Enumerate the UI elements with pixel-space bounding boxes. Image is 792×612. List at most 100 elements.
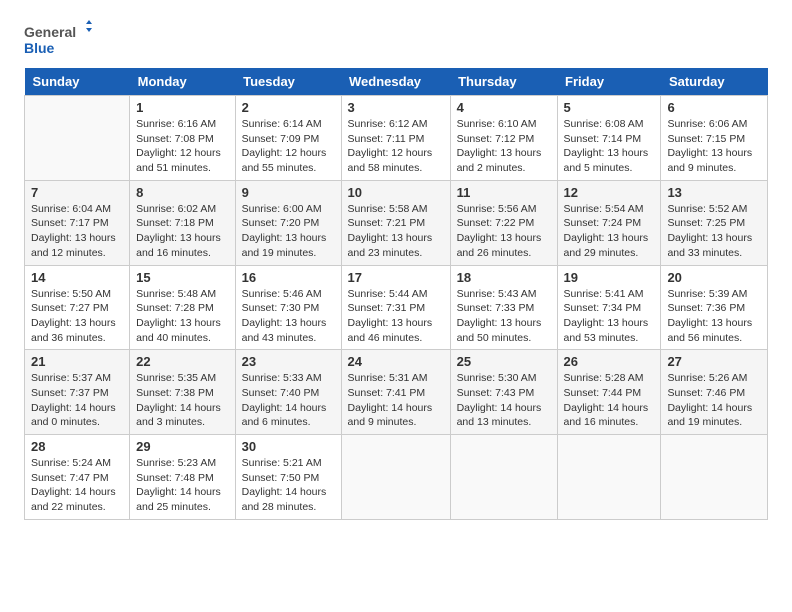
calendar-cell: 8Sunrise: 6:02 AM Sunset: 7:18 PM Daylig… xyxy=(130,180,235,265)
day-info: Sunrise: 5:48 AM Sunset: 7:28 PM Dayligh… xyxy=(136,287,228,346)
day-number: 6 xyxy=(667,100,761,115)
calendar-cell: 2 Sunrise: 6:14 AM Sunset: 7:09 PM Daylig… xyxy=(235,96,341,181)
calendar-cell: 27 Sunrise: 5:26 AM Sunset: 7:46 PM Dayli… xyxy=(661,350,768,435)
day-number: 27 xyxy=(667,354,761,369)
calendar-cell xyxy=(557,435,661,520)
day-number: 13 xyxy=(667,185,761,200)
calendar-cell: 28 Sunrise: 5:24 AM Sunset: 7:47 PM Dayli… xyxy=(25,435,130,520)
calendar-cell: 20 Sunrise: 5:39 AM Sunset: 7:36 PM Dayli… xyxy=(661,265,768,350)
calendar-cell xyxy=(341,435,450,520)
day-info: Sunrise: 5:37 AM Sunset: 7:37 PM Dayligh… xyxy=(31,371,123,430)
day-info: Sunrise: 5:39 AM Sunset: 7:36 PM Dayligh… xyxy=(667,287,761,346)
calendar-cell: 23Sunrise: 5:33 AM Sunset: 7:40 PM Dayli… xyxy=(235,350,341,435)
day-number: 11 xyxy=(457,185,551,200)
day-number: 8 xyxy=(136,185,228,200)
day-number: 10 xyxy=(348,185,444,200)
day-number: 15 xyxy=(136,270,228,285)
calendar-cell: 1Sunrise: 6:16 AM Sunset: 7:08 PM Daylig… xyxy=(130,96,235,181)
calendar-cell: 13 Sunrise: 5:52 AM Sunset: 7:25 PM Dayli… xyxy=(661,180,768,265)
calendar-table: SundayMondayTuesdayWednesdayThursdayFrid… xyxy=(24,68,768,520)
logo: General Blue xyxy=(24,20,94,60)
day-info: Sunrise: 5:24 AM Sunset: 7:47 PM Dayligh… xyxy=(31,456,123,515)
calendar-cell: 16 Sunrise: 5:46 AM Sunset: 7:30 PM Dayli… xyxy=(235,265,341,350)
calendar-cell: 19 Sunrise: 5:41 AM Sunset: 7:34 PM Dayli… xyxy=(557,265,661,350)
day-number: 5 xyxy=(564,100,655,115)
calendar-cell: 29 Sunrise: 5:23 AM Sunset: 7:48 PM Dayli… xyxy=(130,435,235,520)
calendar-cell: 30Sunrise: 5:21 AM Sunset: 7:50 PM Dayli… xyxy=(235,435,341,520)
calendar-cell: 5 Sunrise: 6:08 AM Sunset: 7:14 PM Daylig… xyxy=(557,96,661,181)
col-header-sunday: Sunday xyxy=(25,68,130,96)
col-header-saturday: Saturday xyxy=(661,68,768,96)
day-number: 19 xyxy=(564,270,655,285)
calendar-cell: 17 Sunrise: 5:44 AM Sunset: 7:31 PM Dayli… xyxy=(341,265,450,350)
day-number: 25 xyxy=(457,354,551,369)
calendar-cell: 4 Sunrise: 6:10 AM Sunset: 7:12 PM Daylig… xyxy=(450,96,557,181)
day-number: 9 xyxy=(242,185,335,200)
day-info: Sunrise: 6:00 AM Sunset: 7:20 PM Dayligh… xyxy=(242,202,335,261)
day-info: Sunrise: 5:43 AM Sunset: 7:33 PM Dayligh… xyxy=(457,287,551,346)
day-info: Sunrise: 5:41 AM Sunset: 7:34 PM Dayligh… xyxy=(564,287,655,346)
logo-svg: General Blue xyxy=(24,20,94,60)
col-header-friday: Friday xyxy=(557,68,661,96)
calendar-cell: 22 Sunrise: 5:35 AM Sunset: 7:38 PM Dayli… xyxy=(130,350,235,435)
day-info: Sunrise: 6:12 AM Sunset: 7:11 PM Dayligh… xyxy=(348,117,444,176)
day-info: Sunrise: 5:44 AM Sunset: 7:31 PM Dayligh… xyxy=(348,287,444,346)
day-info: Sunrise: 5:46 AM Sunset: 7:30 PM Dayligh… xyxy=(242,287,335,346)
day-info: Sunrise: 5:35 AM Sunset: 7:38 PM Dayligh… xyxy=(136,371,228,430)
day-info: Sunrise: 5:30 AM Sunset: 7:43 PM Dayligh… xyxy=(457,371,551,430)
day-info: Sunrise: 6:04 AM Sunset: 7:17 PM Dayligh… xyxy=(31,202,123,261)
calendar-cell: 21 Sunrise: 5:37 AM Sunset: 7:37 PM Dayli… xyxy=(25,350,130,435)
day-info: Sunrise: 6:10 AM Sunset: 7:12 PM Dayligh… xyxy=(457,117,551,176)
day-number: 2 xyxy=(242,100,335,115)
day-number: 18 xyxy=(457,270,551,285)
day-info: Sunrise: 6:14 AM Sunset: 7:09 PM Dayligh… xyxy=(242,117,335,176)
day-info: Sunrise: 5:23 AM Sunset: 7:48 PM Dayligh… xyxy=(136,456,228,515)
day-number: 17 xyxy=(348,270,444,285)
day-number: 20 xyxy=(667,270,761,285)
day-number: 7 xyxy=(31,185,123,200)
calendar-cell: 7 Sunrise: 6:04 AM Sunset: 7:17 PM Daylig… xyxy=(25,180,130,265)
svg-text:General: General xyxy=(24,24,76,40)
page-header: General Blue xyxy=(24,20,768,60)
col-header-monday: Monday xyxy=(130,68,235,96)
day-number: 26 xyxy=(564,354,655,369)
day-number: 3 xyxy=(348,100,444,115)
day-info: Sunrise: 5:28 AM Sunset: 7:44 PM Dayligh… xyxy=(564,371,655,430)
day-number: 28 xyxy=(31,439,123,454)
calendar-cell: 9 Sunrise: 6:00 AM Sunset: 7:20 PM Daylig… xyxy=(235,180,341,265)
day-info: Sunrise: 5:58 AM Sunset: 7:21 PM Dayligh… xyxy=(348,202,444,261)
calendar-cell: 3 Sunrise: 6:12 AM Sunset: 7:11 PM Daylig… xyxy=(341,96,450,181)
day-info: Sunrise: 5:31 AM Sunset: 7:41 PM Dayligh… xyxy=(348,371,444,430)
calendar-cell: 26 Sunrise: 5:28 AM Sunset: 7:44 PM Dayli… xyxy=(557,350,661,435)
day-info: Sunrise: 6:08 AM Sunset: 7:14 PM Dayligh… xyxy=(564,117,655,176)
calendar-cell xyxy=(25,96,130,181)
calendar-cell: 14 Sunrise: 5:50 AM Sunset: 7:27 PM Dayli… xyxy=(25,265,130,350)
calendar-cell: 10 Sunrise: 5:58 AM Sunset: 7:21 PM Dayli… xyxy=(341,180,450,265)
day-info: Sunrise: 5:21 AM Sunset: 7:50 PM Dayligh… xyxy=(242,456,335,515)
day-info: Sunrise: 6:16 AM Sunset: 7:08 PM Dayligh… xyxy=(136,117,228,176)
calendar-cell: 12 Sunrise: 5:54 AM Sunset: 7:24 PM Dayli… xyxy=(557,180,661,265)
day-number: 21 xyxy=(31,354,123,369)
day-number: 29 xyxy=(136,439,228,454)
day-info: Sunrise: 5:52 AM Sunset: 7:25 PM Dayligh… xyxy=(667,202,761,261)
calendar-cell: 6 Sunrise: 6:06 AM Sunset: 7:15 PM Daylig… xyxy=(661,96,768,181)
day-info: Sunrise: 6:06 AM Sunset: 7:15 PM Dayligh… xyxy=(667,117,761,176)
day-number: 23 xyxy=(242,354,335,369)
day-info: Sunrise: 5:54 AM Sunset: 7:24 PM Dayligh… xyxy=(564,202,655,261)
col-header-tuesday: Tuesday xyxy=(235,68,341,96)
day-number: 22 xyxy=(136,354,228,369)
day-number: 16 xyxy=(242,270,335,285)
calendar-cell: 11 Sunrise: 5:56 AM Sunset: 7:22 PM Dayli… xyxy=(450,180,557,265)
day-info: Sunrise: 5:26 AM Sunset: 7:46 PM Dayligh… xyxy=(667,371,761,430)
calendar-cell: 24Sunrise: 5:31 AM Sunset: 7:41 PM Dayli… xyxy=(341,350,450,435)
calendar-cell xyxy=(450,435,557,520)
col-header-wednesday: Wednesday xyxy=(341,68,450,96)
day-info: Sunrise: 5:50 AM Sunset: 7:27 PM Dayligh… xyxy=(31,287,123,346)
col-header-thursday: Thursday xyxy=(450,68,557,96)
day-number: 12 xyxy=(564,185,655,200)
day-number: 4 xyxy=(457,100,551,115)
svg-text:Blue: Blue xyxy=(24,40,55,56)
calendar-cell: 25 Sunrise: 5:30 AM Sunset: 7:43 PM Dayli… xyxy=(450,350,557,435)
day-info: Sunrise: 5:56 AM Sunset: 7:22 PM Dayligh… xyxy=(457,202,551,261)
day-number: 14 xyxy=(31,270,123,285)
